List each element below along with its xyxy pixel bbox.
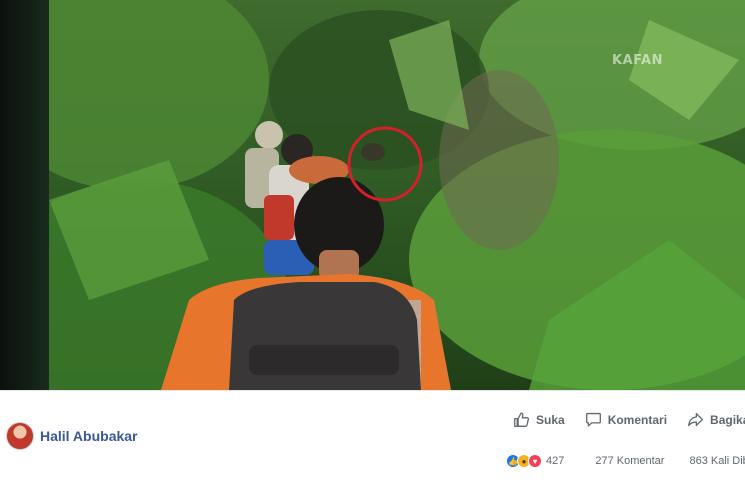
post-stats: 👍 ● ♥ 427 277 Komentar 863 Kali Dibagika… xyxy=(506,454,745,468)
video-frame[interactable]: KAFAN xyxy=(49,0,745,390)
author-name[interactable]: Halil Abubakar xyxy=(40,428,138,444)
like-label: Suka xyxy=(536,412,565,427)
post-footer: Halil Abubakar Suka Komentari Bagikan 👍 … xyxy=(0,390,745,489)
comments-count[interactable]: 277 Komentar xyxy=(595,455,664,467)
avatar[interactable] xyxy=(6,422,34,450)
comment-button[interactable]: Komentari xyxy=(585,411,667,428)
share-label: Bagikan xyxy=(710,412,745,427)
shares-count[interactable]: 863 Kali Dibagikan xyxy=(689,455,745,467)
like-button[interactable]: Suka xyxy=(513,411,565,428)
video-watermark: KAFAN xyxy=(612,53,663,68)
thumbs-up-icon xyxy=(514,412,530,427)
share-arrow-icon xyxy=(688,412,703,427)
reactions-summary[interactable]: 👍 ● ♥ 427 xyxy=(506,454,564,468)
video-player[interactable]: KAFAN xyxy=(0,0,745,390)
post-author[interactable]: Halil Abubakar xyxy=(6,422,138,450)
post-actions: Suka Komentari Bagikan xyxy=(513,411,745,428)
comment-label: Komentari xyxy=(607,412,668,427)
comment-icon xyxy=(585,412,601,427)
love-icon: ♥ xyxy=(528,454,542,468)
video-left-panel xyxy=(0,0,49,390)
reactions-count: 427 xyxy=(546,455,565,467)
share-button[interactable]: Bagikan xyxy=(687,411,745,428)
